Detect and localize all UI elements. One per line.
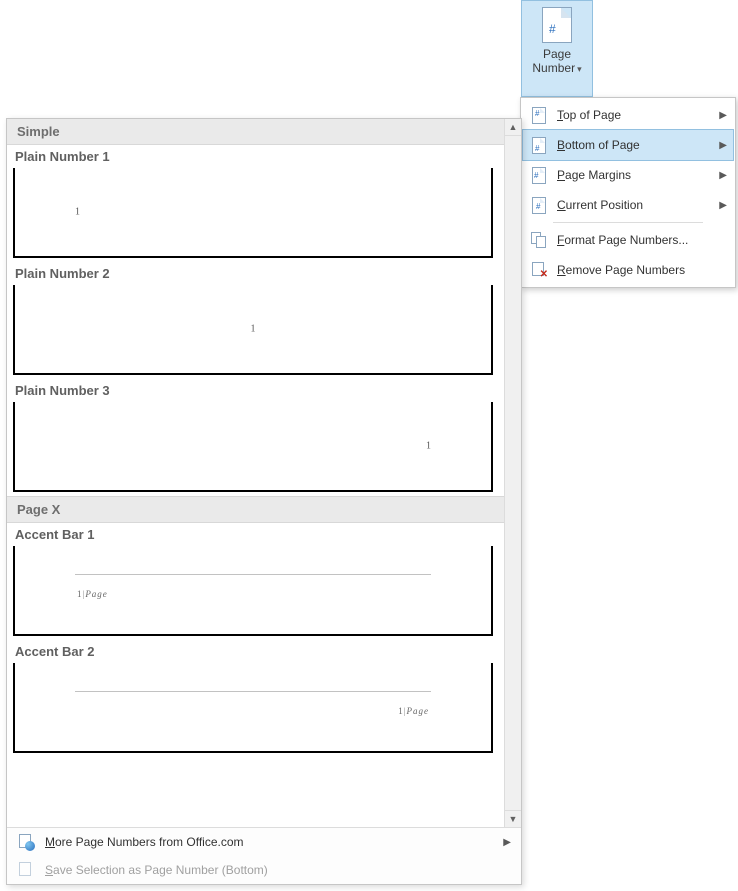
preview-line	[75, 691, 431, 692]
menu-item-bottom-of-page[interactable]: # Bottom of Page ▶	[523, 130, 733, 160]
scroll-up-button[interactable]: ▲	[505, 119, 521, 136]
gallery-list: Simple Plain Number 1 1 Plain Number 2 1…	[7, 119, 504, 827]
page-number-label: Page Number▾	[532, 47, 581, 76]
scroll-down-button[interactable]: ▼	[505, 810, 521, 827]
submenu-arrow-icon: ▶	[719, 140, 727, 151]
command-label: Save Selection as Page Number (Bottom)	[45, 863, 511, 877]
menu-label: Remove Page Numbers	[557, 263, 727, 277]
submenu-arrow-icon: ▶	[719, 170, 727, 181]
gallery-item-label: Accent Bar 1	[11, 523, 500, 546]
page-number-ribbon-button[interactable]: # Page Number▾	[521, 0, 593, 97]
gallery-scrollbar[interactable]: ▲ ▼	[504, 119, 521, 827]
gallery-item-plain-number-3[interactable]: Plain Number 3 1	[7, 379, 504, 496]
command-label: More Page Numbers from Office.com	[45, 835, 503, 849]
current-position-icon: #	[529, 195, 549, 215]
gallery-item-plain-number-2[interactable]: Plain Number 2 1	[7, 262, 504, 379]
top-of-page-icon: #	[529, 105, 549, 125]
gallery-item-label: Plain Number 1	[11, 145, 500, 168]
page-number-icon: #	[542, 7, 572, 43]
gallery-item-label: Plain Number 2	[11, 262, 500, 285]
page-margins-icon: #	[529, 165, 549, 185]
preview-number: 1	[426, 441, 431, 452]
menu-item-remove-page-numbers[interactable]: ✕ Remove Page Numbers	[523, 255, 733, 285]
preview-accent-bar-2: 1|Page	[13, 663, 493, 753]
preview-plain-number-1: 1	[13, 168, 493, 258]
section-header-simple: Simple	[7, 119, 504, 145]
preview-accent-bar-1: 1|Page	[13, 546, 493, 636]
page-number-gallery: Simple Plain Number 1 1 Plain Number 2 1…	[6, 118, 522, 885]
preview-number: 1	[251, 324, 256, 335]
menu-label: Current Position	[557, 198, 713, 212]
gallery-item-label: Accent Bar 2	[11, 640, 500, 663]
page-number-menu: # Top of Page ▶ # Bottom of Page ▶ # Pag…	[520, 97, 736, 288]
preview-accent: 1|Page	[77, 589, 108, 599]
gallery-item-accent-bar-1[interactable]: Accent Bar 1 1|Page	[7, 523, 504, 640]
submenu-arrow-icon: ▶	[503, 837, 511, 848]
gallery-footer: More Page Numbers from Office.com ▶ Save…	[7, 827, 521, 884]
menu-item-top-of-page[interactable]: # Top of Page ▶	[523, 100, 733, 130]
section-header-pagex: Page X	[7, 496, 504, 523]
menu-item-current-position[interactable]: # Current Position ▶	[523, 190, 733, 220]
menu-label: Format Page Numbers...	[557, 233, 727, 247]
menu-item-page-margins[interactable]: # Page Margins ▶	[523, 160, 733, 190]
menu-label: Bottom of Page	[557, 138, 713, 152]
preview-plain-number-3: 1	[13, 402, 493, 492]
bottom-of-page-icon: #	[529, 135, 549, 155]
preview-accent: 1|Page	[398, 706, 429, 716]
gallery-item-accent-bar-2[interactable]: Accent Bar 2 1|Page	[7, 640, 504, 757]
dropdown-arrow-icon: ▾	[577, 64, 582, 74]
remove-page-numbers-icon: ✕	[529, 260, 549, 280]
preview-number: 1	[75, 207, 80, 218]
submenu-arrow-icon: ▶	[719, 110, 727, 121]
menu-separator	[553, 222, 703, 223]
save-selection-icon	[17, 861, 35, 879]
more-page-numbers-command[interactable]: More Page Numbers from Office.com ▶	[7, 828, 521, 856]
save-selection-command: Save Selection as Page Number (Bottom)	[7, 856, 521, 884]
office-online-icon	[17, 833, 35, 851]
submenu-arrow-icon: ▶	[719, 200, 727, 211]
preview-line	[75, 574, 431, 575]
gallery-item-plain-number-1[interactable]: Plain Number 1 1	[7, 145, 504, 262]
preview-plain-number-2: 1	[13, 285, 493, 375]
menu-label: Top of Page	[557, 108, 713, 122]
gallery-item-label: Plain Number 3	[11, 379, 500, 402]
hash-icon: #	[549, 22, 556, 36]
format-page-numbers-icon	[529, 230, 549, 250]
menu-item-format-page-numbers[interactable]: Format Page Numbers...	[523, 225, 733, 255]
menu-label: Page Margins	[557, 168, 713, 182]
